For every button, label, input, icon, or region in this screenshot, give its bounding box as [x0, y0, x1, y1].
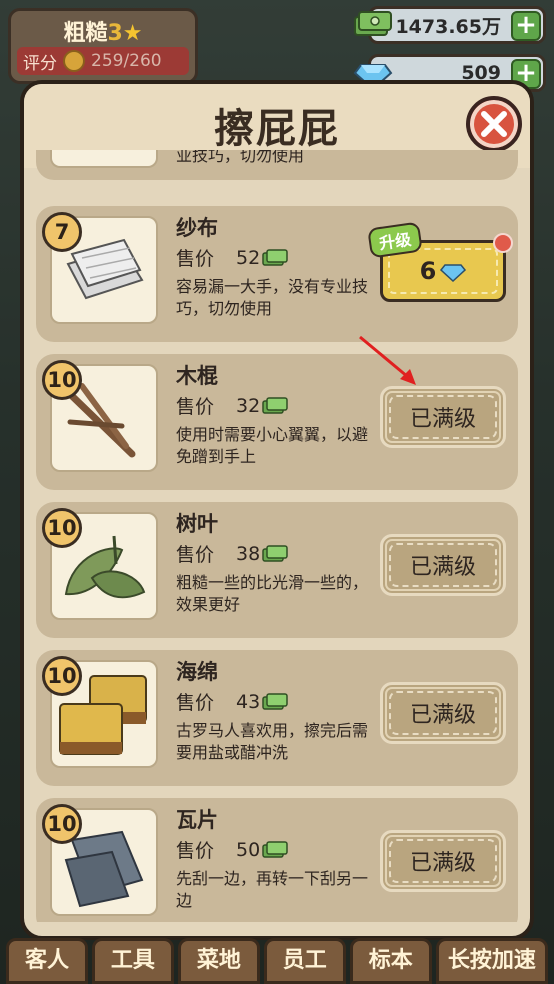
- item-name: 木棍: [176, 364, 218, 388]
- price-row: 售价 32: [176, 392, 288, 419]
- close-button[interactable]: [466, 96, 522, 152]
- item-description: 古罗马人喜欢用，擦完后需要用盐或醋冲洗: [176, 721, 369, 762]
- item-description: 容易漏一大手，没有专业技巧，切勿使用: [176, 277, 369, 318]
- score-bar: 评分 259/260: [17, 47, 189, 75]
- list-item-stick: 10 木棍 售价 32 使用时需要小心翼翼，以避免蹭到手上 已满级: [36, 354, 518, 490]
- level-badge: 10: [42, 360, 82, 400]
- cash-icon: [262, 840, 288, 858]
- close-icon: [481, 111, 507, 137]
- dialog-title: 擦屁屁: [214, 106, 340, 152]
- level-badge: 10: [42, 508, 82, 548]
- price-label: 售价: [176, 396, 215, 418]
- pointer-arrow-icon: [359, 335, 416, 385]
- price-row: 售价 50: [176, 836, 288, 863]
- nav-garden[interactable]: 菜地: [177, 938, 260, 984]
- notification-dot: [493, 233, 513, 253]
- item-description: 先刮一边，再转一下刮另一边: [176, 869, 369, 910]
- cash-icon: [262, 692, 288, 710]
- item-description: 使用时需要小心翼翼，以避免蹭到手上: [176, 425, 369, 466]
- level-badge: 10: [42, 656, 82, 696]
- star-icon: ★: [122, 21, 143, 46]
- maxed-button[interactable]: 已满级: [380, 830, 506, 892]
- maxed-border: [389, 691, 497, 735]
- item-description: 业技巧，切勿使用: [176, 150, 305, 165]
- list-item-gauze: 7 纱布 售价 52 容易漏一大手，没有专业技巧，切勿使用 升级 6: [36, 206, 518, 342]
- money-counter: 1473.65万 +: [354, 6, 546, 44]
- score-label: 评分: [23, 53, 57, 74]
- score-value: 259/260: [91, 51, 162, 71]
- item-name: 树叶: [176, 512, 218, 536]
- price-value: 32: [236, 394, 261, 417]
- rank-title: 粗糙3★: [11, 15, 195, 47]
- item-description: 粗糙一些的比光滑一些的，效果更好: [176, 573, 369, 614]
- price-label: 售价: [176, 692, 215, 714]
- price-value: 38: [236, 542, 261, 565]
- price-value: 52: [236, 246, 261, 269]
- price-value: 50: [236, 838, 261, 861]
- item-name: 纱布: [176, 216, 218, 240]
- price-row: 售价 38: [176, 540, 288, 567]
- maxed-border: [389, 395, 497, 439]
- item-thumbnail: [50, 150, 158, 168]
- price-value: 43: [236, 690, 261, 713]
- nav-specimens[interactable]: 标本: [349, 938, 432, 984]
- item-name: 瓦片: [176, 808, 218, 832]
- maxed-button[interactable]: 已满级: [380, 682, 506, 744]
- list-item: 业技巧，切勿使用: [36, 150, 518, 180]
- maxed-border: [389, 543, 497, 587]
- rank-level: 3: [107, 21, 123, 46]
- price-label: 售价: [176, 248, 215, 270]
- tool-dialog: 擦屁屁 业技巧，切勿使用 7 纱布 售价 52 容易漏一大手，没有专业技巧，切勿…: [20, 80, 534, 940]
- maxed-button[interactable]: 已满级: [380, 534, 506, 596]
- bottom-nav: 客人 工具 菜地 员工 标本 长按加速: [0, 938, 554, 984]
- tool-list[interactable]: 业技巧，切勿使用 7 纱布 售价 52 容易漏一大手，没有专业技巧，切勿使用 升…: [36, 150, 518, 922]
- cash-icon: [262, 396, 288, 414]
- nav-guests[interactable]: 客人: [6, 938, 88, 984]
- nav-staff[interactable]: 员工: [263, 938, 346, 984]
- hold-to-speed-up-button[interactable]: 长按加速: [435, 938, 548, 984]
- list-item-tile: 10 瓦片 售价 50 先刮一边，再转一下刮另一边 已满级: [36, 798, 518, 922]
- upgrade-border: [388, 248, 498, 294]
- cash-icon: [262, 248, 288, 266]
- maxed-button[interactable]: 已满级: [380, 386, 506, 448]
- level-badge: 10: [42, 804, 82, 844]
- upgrade-button[interactable]: 升级 6: [367, 221, 513, 302]
- list-item-leaf: 10 树叶 售价 38 粗糙一些的比光滑一些的，效果更好 已满级: [36, 502, 518, 638]
- coin-icon: [63, 50, 85, 72]
- money-value: 1473.65万: [395, 15, 501, 38]
- rank-panel[interactable]: 粗糙3★ 评分 259/260: [8, 8, 198, 84]
- rank-label: 粗糙: [63, 21, 108, 46]
- item-name: 海绵: [176, 660, 218, 684]
- price-label: 售价: [176, 544, 215, 566]
- cash-icon: [262, 544, 288, 562]
- add-money-button[interactable]: +: [511, 11, 541, 41]
- level-badge: 7: [42, 212, 82, 252]
- list-item-sponge: 10 海绵 售价 43 古罗马人喜欢用，擦完后需要用盐或醋冲洗 已满级: [36, 650, 518, 786]
- cash-stack-icon: [354, 11, 392, 36]
- maxed-border: [389, 839, 497, 883]
- price-row: 售价 52: [176, 244, 288, 271]
- price-row: 售价 43: [176, 688, 288, 715]
- price-label: 售价: [176, 840, 215, 862]
- nav-tools[interactable]: 工具: [91, 938, 174, 984]
